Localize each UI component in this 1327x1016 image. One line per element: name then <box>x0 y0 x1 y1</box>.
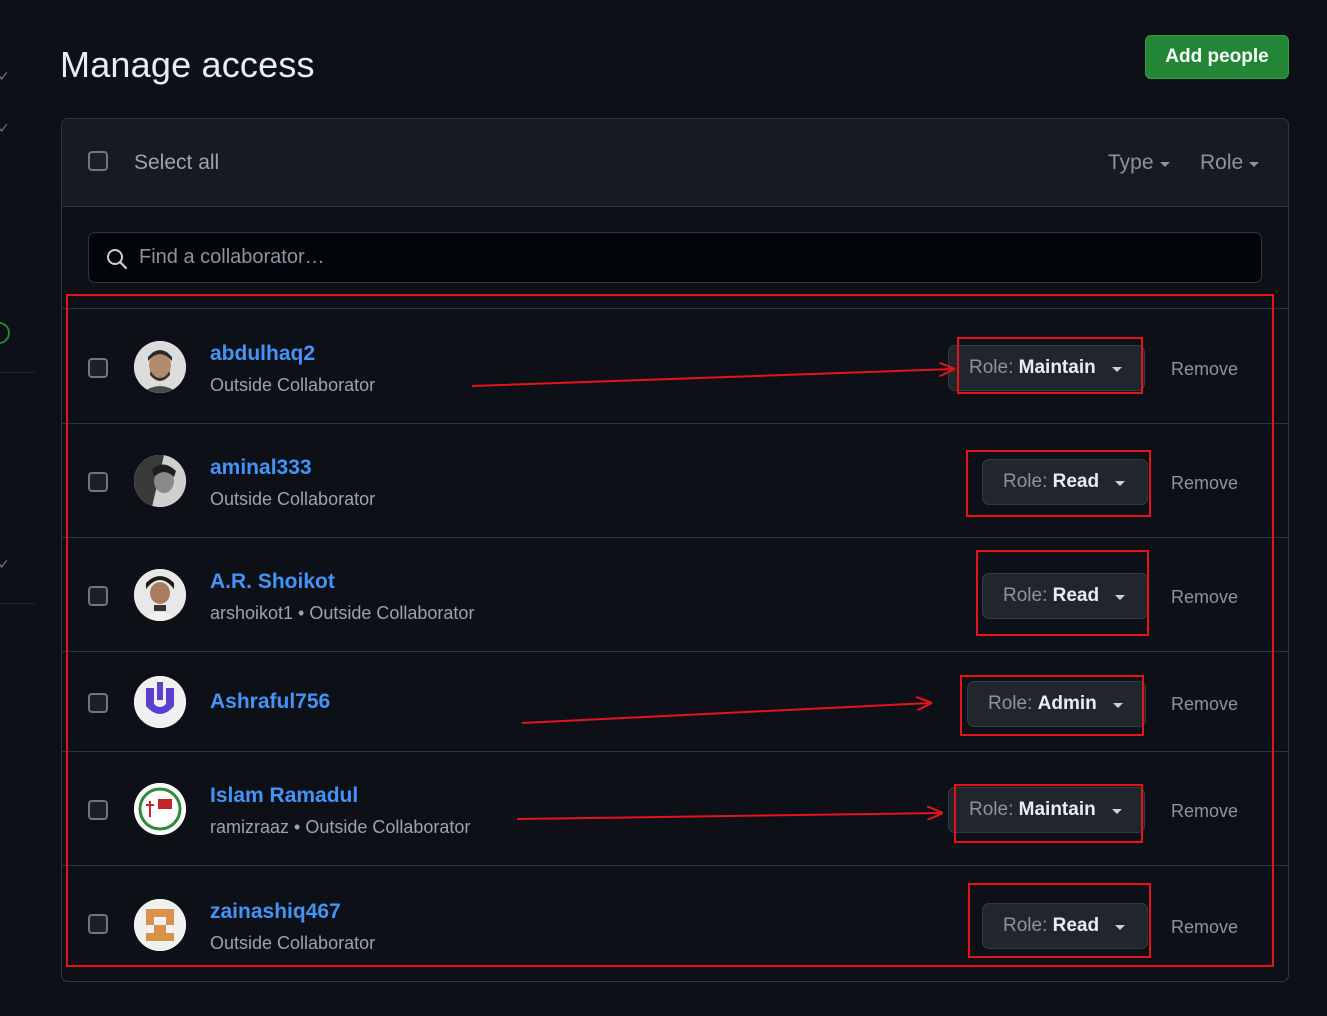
chevron-down-icon <box>1112 703 1123 708</box>
sidebar-fragment: ✓ <box>0 556 10 572</box>
chevron-down-icon <box>1115 925 1126 930</box>
sidebar-fragment: ✓ <box>0 120 10 136</box>
role-prefix: Role: <box>969 799 1014 820</box>
role-dropdown-button[interactable]: Role: Read <box>982 903 1149 949</box>
select-all-label: Select all <box>134 151 220 174</box>
avatar[interactable] <box>134 783 186 835</box>
collaborator-name-link[interactable]: zainashiq467 <box>210 900 341 924</box>
search-icon <box>107 249 128 270</box>
collaborator-subtitle: Outside Collaborator <box>210 933 376 953</box>
row-checkbox[interactable] <box>88 914 108 934</box>
remove-button[interactable]: Remove <box>1171 917 1238 938</box>
chevron-down-icon <box>1115 595 1126 600</box>
remove-button[interactable]: Remove <box>1171 473 1238 494</box>
search-input[interactable] <box>139 233 1239 282</box>
page-title: Manage access <box>60 44 315 85</box>
role-filter-label: Role <box>1200 151 1244 174</box>
collaborator-row: Ashraful756 Role: Admin Remove <box>62 652 1288 752</box>
avatar[interactable] <box>134 569 186 621</box>
role-prefix: Role: <box>1003 471 1048 492</box>
collaborator-row: A.R. Shoikot arshoikot1 • Outside Collab… <box>62 538 1288 652</box>
role-value: Maintain <box>1018 799 1096 820</box>
avatar[interactable] <box>134 341 186 393</box>
search-box <box>88 232 1262 283</box>
avatar[interactable] <box>134 455 186 507</box>
page: ✓ ✓ ✓ Manage access Add people Select al… <box>0 0 1327 1016</box>
collaborator-name-link[interactable]: aminal333 <box>210 456 312 480</box>
collaborator-row: abdulhaq2 Outside Collaborator Role: Mai… <box>62 310 1288 424</box>
role-value: Read <box>1052 471 1100 492</box>
collaborator-name-link[interactable]: abdulhaq2 <box>210 342 315 366</box>
collaborator-row: zainashiq467 Outside Collaborator Role: … <box>62 866 1288 981</box>
role-value: Maintain <box>1018 357 1096 378</box>
row-checkbox[interactable] <box>88 800 108 820</box>
chevron-down-icon <box>1159 162 1170 167</box>
row-checkbox[interactable] <box>88 472 108 492</box>
collaborator-name-link[interactable]: A.R. Shoikot <box>210 570 335 594</box>
role-prefix: Role: <box>969 357 1014 378</box>
sidebar-divider <box>0 372 35 373</box>
select-all-checkbox[interactable] <box>88 151 108 171</box>
role-value: Read <box>1052 585 1100 606</box>
row-checkbox[interactable] <box>88 358 108 378</box>
row-checkbox[interactable] <box>88 586 108 606</box>
role-prefix: Role: <box>988 693 1033 714</box>
collaborator-subtitle: Outside Collaborator <box>210 489 376 509</box>
sidebar-fragment: ✓ <box>0 68 10 84</box>
role-dropdown-button[interactable]: Role: Admin <box>967 681 1146 727</box>
add-people-button[interactable]: Add people <box>1145 35 1289 79</box>
sidebar-status-icon <box>0 322 10 344</box>
collaborator-subtitle: arshoikot1 • Outside Collaborator <box>210 603 475 623</box>
chevron-down-icon <box>1115 481 1126 486</box>
collaborator-row: aminal333 Outside Collaborator Role: Rea… <box>62 424 1288 538</box>
role-dropdown-button[interactable]: Role: Maintain <box>948 345 1145 391</box>
role-filter-dropdown[interactable]: Role <box>1200 151 1260 175</box>
role-prefix: Role: <box>1003 585 1048 606</box>
role-value: Admin <box>1037 693 1097 714</box>
collaborator-row: Islam Ramadul ramizraaz • Outside Collab… <box>62 752 1288 866</box>
role-prefix: Role: <box>1003 915 1048 936</box>
row-checkbox[interactable] <box>88 693 108 713</box>
collaborators-panel: Select all Type Role Find a collaborator… <box>61 118 1289 982</box>
collaborator-subtitle: Outside Collaborator <box>210 375 376 395</box>
collaborator-subtitle: ramizraaz • Outside Collaborator <box>210 817 471 837</box>
type-filter-label: Type <box>1108 151 1154 174</box>
remove-button[interactable]: Remove <box>1171 801 1238 822</box>
collaborator-name-link[interactable]: Ashraful756 <box>210 690 330 714</box>
remove-button[interactable]: Remove <box>1171 587 1238 608</box>
remove-button[interactable]: Remove <box>1171 359 1238 380</box>
avatar[interactable] <box>134 676 186 728</box>
chevron-down-icon <box>1111 367 1122 372</box>
role-dropdown-button[interactable]: Role: Read <box>982 459 1149 505</box>
panel-header: Select all Type Role <box>62 119 1288 207</box>
avatar[interactable] <box>134 899 186 951</box>
role-dropdown-button[interactable]: Role: Maintain <box>948 787 1145 833</box>
type-filter-dropdown[interactable]: Type <box>1108 151 1170 175</box>
search-section <box>62 207 1288 309</box>
chevron-down-icon <box>1249 162 1260 167</box>
chevron-down-icon <box>1111 809 1122 814</box>
role-dropdown-button[interactable]: Role: Read <box>982 573 1149 619</box>
remove-button[interactable]: Remove <box>1171 694 1238 715</box>
sidebar-divider <box>0 603 35 604</box>
role-value: Read <box>1052 915 1100 936</box>
collaborator-name-link[interactable]: Islam Ramadul <box>210 784 358 808</box>
